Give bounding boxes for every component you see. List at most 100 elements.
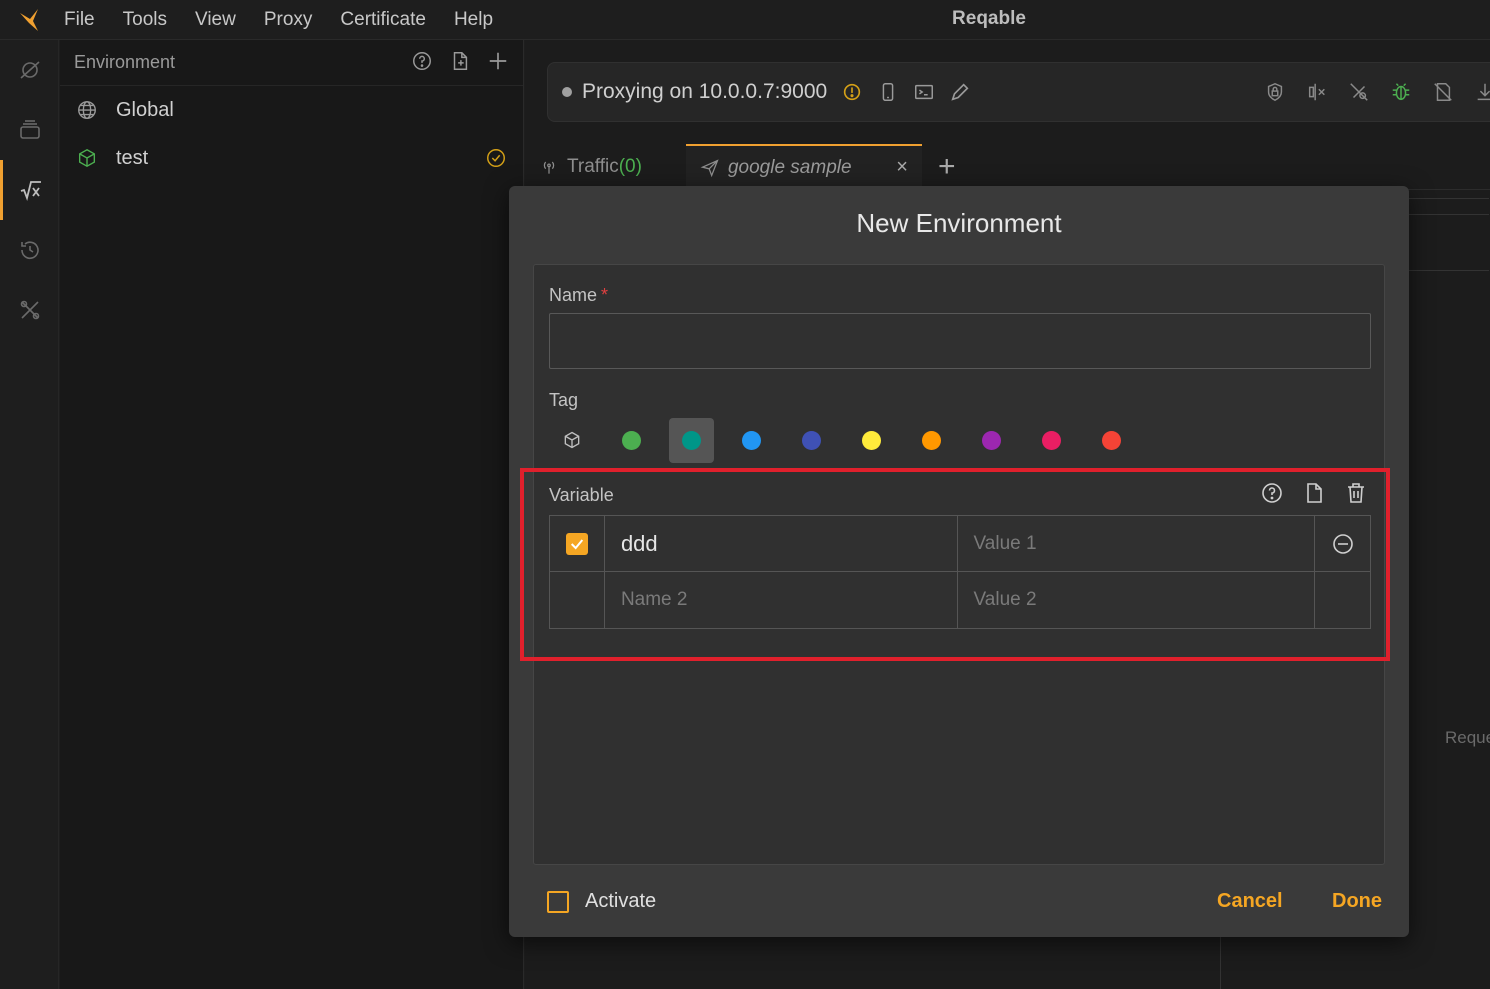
history-icon	[20, 241, 39, 260]
activity-bar	[0, 40, 59, 989]
proxy-status-bar: Proxying on 10.0.0.7:9000	[547, 62, 1490, 122]
variable-table: ddd Value 1 Name 2 Value 2	[549, 515, 1371, 629]
globe-icon	[78, 101, 96, 119]
tab-bar: Traffic (0) google sample × +	[525, 143, 1490, 190]
tab-traffic[interactable]: Traffic (0)	[525, 144, 656, 190]
name-label-text: Name	[549, 285, 598, 305]
tag-color-red[interactable]	[1089, 418, 1134, 463]
tab-google-sample-label: google sample	[727, 156, 852, 178]
tag-dot	[682, 430, 701, 450]
active-check-icon	[487, 149, 505, 167]
tab-traffic-count: (0)	[618, 155, 642, 177]
variable-value-placeholder: Value 2	[973, 589, 1037, 610]
menu-tools[interactable]: Tools	[123, 9, 167, 31]
activate-checkbox[interactable]	[547, 891, 569, 913]
proxy-status-dot	[562, 87, 572, 97]
divider	[1409, 214, 1489, 215]
check-icon	[570, 539, 584, 550]
antenna-icon	[543, 161, 555, 174]
download-icon[interactable]	[1474, 81, 1490, 103]
variable-value-input[interactable]: Value 1	[958, 516, 1316, 572]
variable-enable-cell	[550, 572, 605, 628]
menu-view[interactable]: View	[195, 9, 236, 31]
warning-icon[interactable]	[841, 81, 863, 103]
tag-none-option[interactable]	[549, 418, 594, 463]
tag-color-indigo[interactable]	[789, 418, 834, 463]
variable-name-input[interactable]: Name 2	[605, 572, 958, 628]
tag-color-pink[interactable]	[1029, 418, 1074, 463]
variable-row: Name 2 Value 2	[550, 572, 1370, 628]
activity-collections[interactable]	[0, 100, 59, 160]
debug-icon[interactable]	[1390, 81, 1412, 103]
tag-dot	[1042, 430, 1061, 450]
variable-row: ddd Value 1	[550, 516, 1370, 572]
variable-enable-cell	[550, 516, 605, 572]
variable-label: Variable	[549, 485, 614, 505]
add-tab-button[interactable]: +	[938, 150, 956, 184]
help-icon[interactable]	[411, 50, 433, 72]
done-button[interactable]: Done	[1332, 890, 1382, 913]
layers-icon	[19, 120, 40, 139]
tag-color-purple[interactable]	[969, 418, 1014, 463]
cancel-button[interactable]: Cancel	[1217, 890, 1283, 913]
tag-color-teal[interactable]	[669, 417, 714, 463]
tag-dot	[1102, 430, 1121, 450]
remove-variable-cell	[1315, 572, 1370, 628]
dialog-body: Name * Tag Variable ddd Value 1 Name 2 V…	[533, 264, 1385, 865]
edit-icon[interactable]	[949, 81, 971, 103]
trash-icon[interactable]	[1344, 481, 1368, 505]
menu-file[interactable]: File	[64, 9, 95, 31]
divider	[1409, 270, 1489, 271]
menu-bar: File Tools View Proxy Certificate Help	[50, 0, 507, 40]
terminal-icon[interactable]	[913, 81, 935, 103]
tab-google-sample[interactable]: google sample ×	[685, 143, 922, 190]
add-icon[interactable]	[487, 50, 509, 72]
activity-history[interactable]	[0, 220, 59, 280]
tag-color-yellow[interactable]	[849, 418, 894, 463]
tag-dot	[802, 430, 821, 450]
file-icon[interactable]	[1302, 481, 1326, 505]
help-icon[interactable]	[1260, 481, 1284, 505]
menu-help[interactable]: Help	[454, 9, 493, 31]
activity-environment[interactable]	[0, 160, 59, 220]
tag-dot	[622, 430, 641, 450]
reqable-logo-icon	[20, 9, 38, 31]
remove-circle-icon[interactable]	[1331, 532, 1355, 556]
env-item-global[interactable]: Global	[60, 86, 523, 134]
activity-tools[interactable]	[0, 280, 59, 340]
tag-color-green[interactable]	[609, 418, 654, 463]
import-file-icon[interactable]	[449, 50, 471, 72]
name-label: Name *	[549, 285, 608, 306]
menu-certificate[interactable]: Certificate	[340, 9, 426, 31]
proxy-status-text: Proxying on 10.0.0.7:9000	[582, 80, 828, 103]
mobile-icon[interactable]	[877, 81, 899, 103]
tag-dot	[862, 430, 881, 450]
cube-icon	[564, 431, 579, 449]
menu-proxy[interactable]: Proxy	[264, 9, 313, 31]
env-item-test[interactable]: test	[60, 134, 523, 182]
sidebar-title: Environment	[74, 52, 176, 72]
tag-color-orange[interactable]	[909, 418, 954, 463]
dialog-footer: Activate Cancel Done	[547, 886, 1387, 920]
ssl-lock-icon[interactable]	[1264, 81, 1286, 103]
compare-icon[interactable]	[1306, 81, 1328, 103]
variable-name-value: ddd	[620, 531, 658, 556]
satellite-icon	[19, 61, 40, 79]
variable-name-input[interactable]: ddd	[605, 516, 958, 572]
title-bar: File Tools View Proxy Certificate Help R…	[0, 0, 1490, 40]
disable-breakpoint-icon[interactable]	[1348, 81, 1370, 103]
script-off-icon[interactable]	[1432, 81, 1454, 103]
tag-dot	[982, 430, 1001, 450]
remove-variable-cell	[1315, 516, 1370, 572]
name-input[interactable]	[549, 313, 1371, 369]
new-environment-dialog: New Environment Name * Tag Variable ddd …	[509, 186, 1409, 937]
variable-name-placeholder: Name 2	[620, 589, 688, 610]
tag-color-blue[interactable]	[729, 418, 774, 463]
tag-dot	[742, 430, 761, 450]
dialog-title: New Environment	[856, 208, 1062, 238]
variable-enable-checkbox[interactable]	[565, 533, 588, 555]
variable-value-input[interactable]: Value 2	[958, 572, 1316, 628]
tab-close-icon[interactable]: ×	[896, 156, 908, 179]
activity-capture[interactable]	[0, 40, 59, 100]
env-item-label: test	[116, 146, 149, 169]
